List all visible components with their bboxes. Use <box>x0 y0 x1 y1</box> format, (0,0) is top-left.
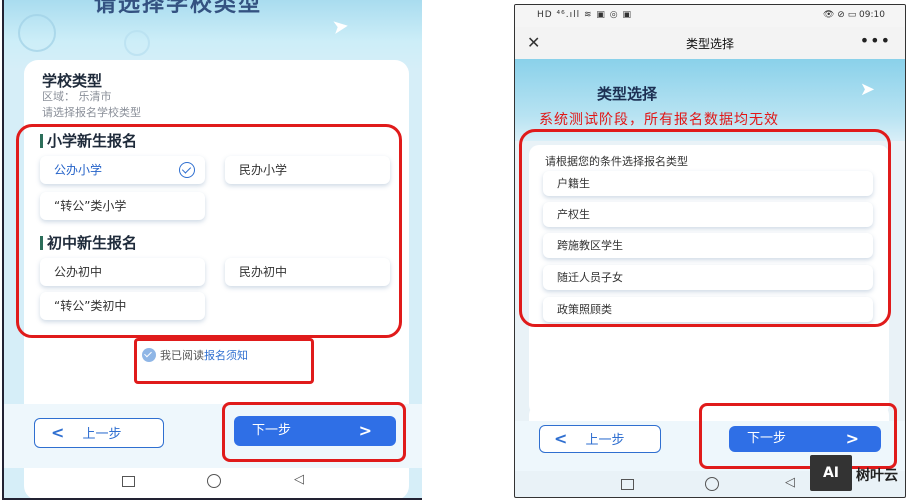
chevron-left-icon: < <box>51 423 65 442</box>
hero-title: 类型选择 <box>597 85 658 103</box>
hint-text: 请选择报名学校类型 <box>42 106 141 119</box>
back-icon[interactable]: ◁ <box>785 475 795 490</box>
prev-step-button[interactable]: < 上一步 <box>34 418 164 448</box>
paper-plane-icon: ➤ <box>859 79 875 100</box>
test-warning: 系统测试阶段，所有报名数据均无效 <box>539 112 779 128</box>
status-clock: 👁 ⊘ ▭ 09:10 <box>823 10 885 20</box>
watermark: AI 树叶云 <box>810 455 910 495</box>
highlight-box-types <box>519 129 891 327</box>
watermark-logo: AI <box>810 455 852 491</box>
bubble-decoration <box>18 14 56 52</box>
recent-apps-icon[interactable] <box>122 476 135 487</box>
prev-step-label: 上一步 <box>585 433 625 448</box>
paper-plane-icon: ➤ <box>330 12 351 40</box>
chevron-left-icon: < <box>554 429 568 448</box>
more-icon[interactable]: ••• <box>860 31 891 50</box>
right-phone-screen: HD ⁴⁶.ıll ≋ ▣ ◎ ▣ 👁 ⊘ ▭ 09:10 ✕ 类型选择 •••… <box>514 4 906 498</box>
status-bar: HD ⁴⁶.ıll ≋ ▣ ◎ ▣ 👁 ⊘ ▭ 09:10 <box>515 5 905 27</box>
bubble-decoration <box>124 30 150 56</box>
highlight-box-agree <box>134 338 314 384</box>
page-title: 类型选择 <box>685 37 734 51</box>
title-bar: ✕ 类型选择 ••• <box>515 27 905 59</box>
left-phone-screen: 请选择学校类型 ➤ 学校类型 区域： 乐清市 请选择报名学校类型 小学新生报名 … <box>2 0 422 500</box>
signal-icons: HD ⁴⁶.ıll ≋ ▣ ◎ ▣ <box>537 10 632 20</box>
header-title: 请选择学校类型 <box>94 0 263 17</box>
recent-apps-icon[interactable] <box>621 479 634 490</box>
prev-step-label: 上一步 <box>82 427 122 442</box>
watermark-text: 树叶云 <box>856 468 898 484</box>
region-text: 区域： 乐清市 <box>42 90 112 103</box>
prev-step-button[interactable]: < 上一步 <box>539 425 661 453</box>
home-icon[interactable] <box>207 474 221 488</box>
back-icon[interactable]: ◁ <box>294 472 304 487</box>
home-icon[interactable] <box>705 477 719 491</box>
highlight-box-next <box>222 402 406 462</box>
highlight-box-options <box>16 124 402 338</box>
